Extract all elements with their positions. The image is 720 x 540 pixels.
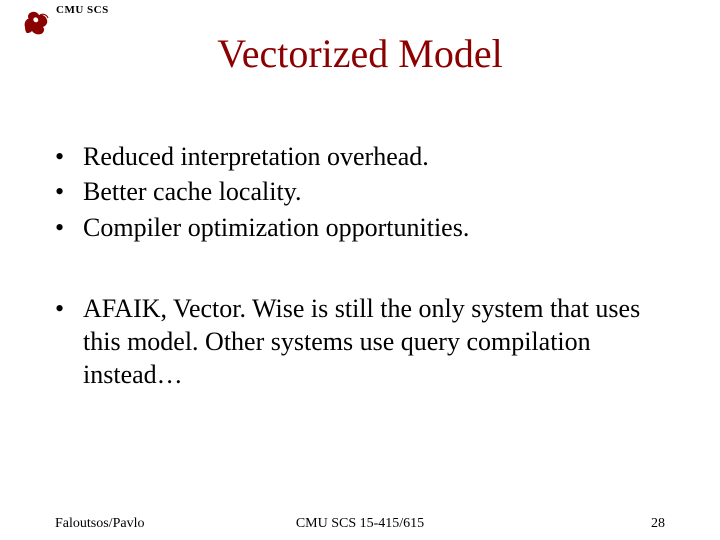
list-item: • Reduced interpretation overhead. [55,140,680,173]
list-item: • AFAIK, Vector. Wise is still the only … [55,292,680,392]
header-org-text: CMU SCS [56,4,109,16]
bullet-icon: • [55,292,83,325]
list-item: • Better cache locality. [55,175,680,208]
bullet-text: AFAIK, Vector. Wise is still the only sy… [83,292,680,392]
footer-course: CMU SCS 15-415/615 [0,516,720,532]
bullet-icon: • [55,175,83,208]
slide-title: Vectorized Model [0,30,720,77]
list-item: • Compiler optimization opportunities. [55,211,680,244]
bullet-text: Reduced interpretation overhead. [83,140,680,173]
bullet-icon: • [55,140,83,173]
bullet-icon: • [55,211,83,244]
bullet-text: Compiler optimization opportunities. [83,211,680,244]
slide-number: 28 [651,516,665,532]
slide-body: • Reduced interpretation overhead. • Bet… [55,140,680,394]
bullet-text: Better cache locality. [83,175,680,208]
